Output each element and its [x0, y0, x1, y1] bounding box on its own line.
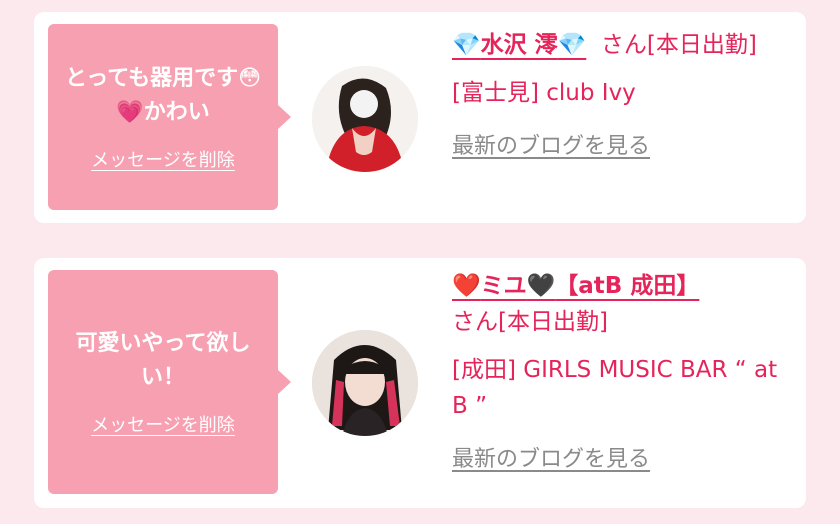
- cast-shop-tag: 【atB 成田】: [555, 273, 700, 299]
- blog-link[interactable]: 最新のブログを見る: [452, 129, 797, 165]
- gem-icon: 💎: [452, 32, 481, 58]
- gem-icon: 💎: [557, 32, 587, 58]
- blog-link[interactable]: 最新のブログを見る: [452, 442, 797, 478]
- message-text: 可愛いやって欲しい！: [75, 331, 251, 390]
- cast-name-link[interactable]: ❤️ミユ🖤【atB 成田】: [452, 273, 699, 299]
- cast-name: ミユ: [480, 273, 527, 299]
- avatar[interactable]: [312, 66, 418, 172]
- cast-name: 水沢 澪: [480, 32, 558, 58]
- message-card: とっても器用です😳💗かわい メッセージを削除 💎水沢 澪💎 さん[本日出勤] […: [34, 12, 806, 223]
- delete-message-button[interactable]: メッセージを削除: [91, 411, 235, 437]
- delete-message-button[interactable]: メッセージを削除: [91, 146, 235, 172]
- avatar-photo-icon: [312, 66, 418, 172]
- message-bubble: 可愛いやって欲しい！ メッセージを削除: [48, 270, 291, 494]
- cast-name-line: ❤️ミユ🖤【atB 成田】: [452, 268, 797, 304]
- cast-name-link[interactable]: 💎水沢 澪💎: [452, 32, 586, 58]
- shop-name: [成田] GIRLS MUSIC BAR “ at B ”: [452, 357, 778, 419]
- cast-status: さん[本日出勤]: [600, 32, 757, 58]
- message-text: とっても器用です😳💗かわい: [64, 66, 262, 125]
- message-bubble: とっても器用です😳💗かわい メッセージを削除: [48, 24, 291, 210]
- cast-status: さん[本日出勤]: [452, 309, 608, 335]
- message-card: 可愛いやって欲しい！ メッセージを削除 ❤️ミユ🖤【atB 成田】 さん[本日出…: [34, 258, 806, 508]
- avatar[interactable]: [312, 330, 418, 436]
- black-heart-icon: 🖤: [526, 273, 556, 299]
- avatar-photo-icon: [312, 330, 418, 436]
- cast-info: ❤️ミユ🖤【atB 成田】 さん[本日出勤] [成田] GIRLS MUSIC …: [452, 268, 797, 478]
- shop-name: [富士見] club Ivy: [452, 80, 636, 106]
- cast-name-line: 💎水沢 澪💎 さん[本日出勤]: [452, 27, 797, 63]
- cast-info: 💎水沢 澪💎 さん[本日出勤] [富士見] club Ivy 最新のブログを見る: [452, 27, 797, 165]
- red-heart-icon: ❤️: [452, 273, 481, 299]
